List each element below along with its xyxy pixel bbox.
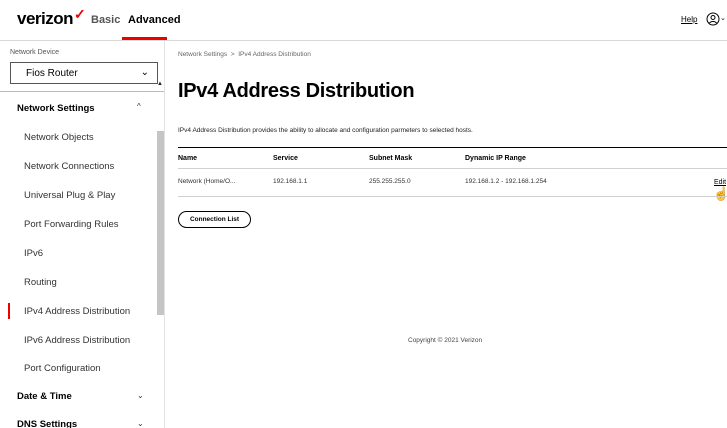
sidebar-scrollbar-thumb[interactable] [157, 131, 164, 315]
copyright-text: Copyright © 2021 Verizon [408, 337, 483, 344]
sidebar-section-dns-settings[interactable]: DNS Settings [17, 419, 77, 428]
hand-cursor-icon: ☝ [713, 186, 727, 201]
sidebar-item-routing[interactable]: Routing [24, 277, 57, 288]
edit-link[interactable]: Edit [714, 179, 726, 186]
sidebar-divider [0, 91, 164, 92]
sidebar-item-network-connections[interactable]: Network Connections [24, 161, 114, 172]
network-device-value: Fios Router [26, 68, 78, 79]
page-description: IPv4 Address Distribution provides the a… [178, 127, 473, 134]
sidebar: Network Device Fios Router ⌄ Network Set… [0, 41, 165, 428]
sidebar-section-date-time[interactable]: Date & Time [17, 391, 72, 402]
breadcrumb-network-settings[interactable]: Network Settings [178, 51, 227, 58]
page-title: IPv4 Address Distribution [178, 80, 415, 102]
breadcrumb-separator: > [230, 51, 235, 58]
user-account-icon[interactable] [706, 12, 720, 26]
help-link[interactable]: Help [681, 15, 697, 24]
chevron-up-icon[interactable]: ^ [137, 102, 141, 111]
chevron-down-icon[interactable]: ⌄ [137, 391, 144, 400]
table-bottom-border [178, 196, 727, 197]
chevron-down-icon[interactable]: ⌄ [137, 419, 144, 428]
sidebar-item-port-configuration[interactable]: Port Configuration [24, 363, 101, 374]
active-item-indicator [8, 303, 10, 319]
chevron-down-icon[interactable]: ⌄ [720, 14, 726, 22]
logo-text: verizon [17, 9, 74, 28]
sidebar-item-ipv6-address-distribution[interactable]: IPv6 Address Distribution [24, 335, 130, 346]
column-header-dynamic-ip-range: Dynamic IP Range [465, 155, 526, 162]
sidebar-item-network-objects[interactable]: Network Objects [24, 132, 94, 143]
verizon-logo[interactable]: verizon✓ [17, 6, 86, 29]
sidebar-item-ipv6[interactable]: IPv6 [24, 248, 43, 259]
column-header-name: Name [178, 155, 198, 162]
sidebar-section-network-settings[interactable]: Network Settings [17, 103, 95, 114]
column-header-subnet-mask: Subnet Mask [369, 155, 413, 162]
network-device-label: Network Device [10, 49, 60, 56]
scroll-up-arrow-icon[interactable]: ▲ [157, 81, 163, 87]
table-cell-service: 192.168.1.1 [273, 178, 308, 185]
table-top-border [178, 147, 727, 148]
breadcrumb-current: IPv4 Address Distribution [238, 51, 311, 58]
logo-check-icon: ✓ [74, 6, 86, 22]
network-device-select[interactable]: Fios Router ⌄ [10, 62, 158, 84]
tab-advanced[interactable]: Advanced [128, 14, 181, 26]
breadcrumb: Network Settings > IPv4 Address Distribu… [178, 51, 311, 58]
table-cell-name: Network (Home/O... [178, 178, 236, 185]
sidebar-item-upnp[interactable]: Universal Plug & Play [24, 190, 115, 201]
tab-basic[interactable]: Basic [91, 14, 120, 26]
table-header-divider [178, 168, 727, 169]
top-navigation-bar: verizon✓ Basic Advanced Help ⌄ [0, 0, 727, 40]
column-header-service: Service [273, 155, 298, 162]
chevron-down-icon: ⌄ [140, 67, 149, 78]
connection-list-button[interactable]: Connection List [178, 211, 251, 228]
sidebar-item-port-forwarding[interactable]: Port Forwarding Rules [24, 219, 119, 230]
sidebar-item-ipv4-address-distribution[interactable]: IPv4 Address Distribution [24, 306, 130, 317]
table-cell-ip-range: 192.168.1.2 - 192.168.1.254 [465, 178, 547, 185]
table-cell-subnet-mask: 255.255.255.0 [369, 178, 411, 185]
